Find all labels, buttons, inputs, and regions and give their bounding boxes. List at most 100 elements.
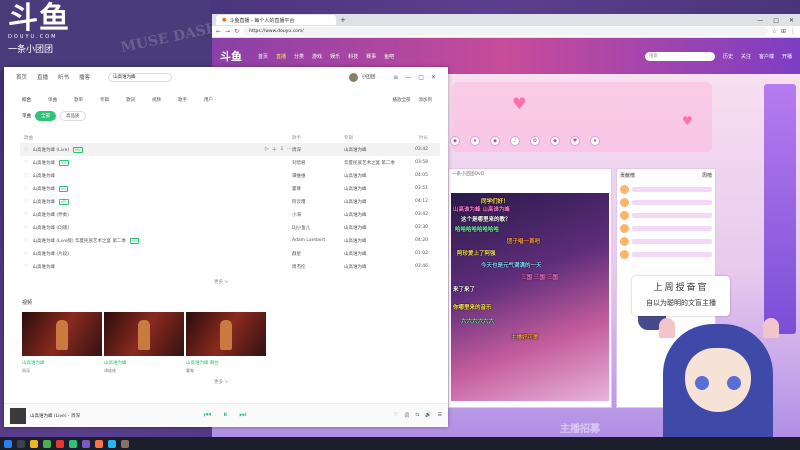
song-artist[interactable]: 霍尊 (292, 186, 344, 192)
song-artist[interactable]: 群星 (292, 251, 344, 257)
nav-fishbar[interactable]: 鱼吧 (384, 53, 394, 60)
lyrics-icon[interactable]: 词 (404, 412, 409, 419)
song-artist[interactable]: 刘惜君 (292, 160, 344, 166)
activity-icon[interactable]: ◆ (450, 136, 460, 146)
song-album[interactable]: 山高谁为峰 (344, 186, 398, 192)
cat-tab-users[interactable]: 用户 (204, 97, 213, 103)
rank-row[interactable] (620, 248, 712, 261)
music-app-icon[interactable] (69, 439, 77, 448)
video-caption[interactable]: 山高谁为峰 (22, 360, 102, 366)
song-title[interactable]: 山高谁为峰 (片段) (32, 251, 68, 257)
table-row[interactable]: ♡ 山高谁为峰 (伴奏) 小海 山高谁为峰 03:42 (20, 208, 440, 221)
activity-icon[interactable]: ♥ (570, 136, 580, 146)
rank-tab-week[interactable]: 周榜 (702, 172, 712, 179)
song-artist[interactable]: Adam Lambert (292, 238, 344, 243)
app-icon[interactable] (56, 439, 64, 448)
music-search-input[interactable]: 山高谁为峰 (108, 72, 173, 82)
maximize-button[interactable]: □ (418, 74, 424, 81)
video-card[interactable]: 山高谁为峰 周深 (22, 312, 102, 374)
music-tab-books[interactable]: 听书 (58, 73, 69, 81)
rank-row[interactable] (620, 209, 712, 222)
cat-tab-all[interactable]: 综合 (22, 97, 31, 103)
activity-icon[interactable]: ★ (590, 136, 600, 146)
cat-tab-artists[interactable]: 歌手 (178, 97, 187, 103)
heart-icon[interactable]: ♡ (24, 160, 28, 166)
more-videos-link[interactable]: 更多 > (214, 379, 228, 385)
maximize-button[interactable]: □ (773, 17, 779, 24)
douyu-logo[interactable]: 斗鱼 (220, 48, 250, 64)
heart-icon[interactable]: ♡ (24, 238, 28, 244)
menu-icon[interactable]: ⋮ (790, 28, 796, 35)
nav-entertainment[interactable]: 娱乐 (330, 53, 340, 60)
table-row[interactable]: ♡ 山高谁为峰 VIP 刘惜君 华夏民族艺术之宴 第二季 03:58 (20, 156, 440, 169)
nav-tech[interactable]: 科技 (348, 53, 358, 60)
star-icon[interactable]: ☆ (772, 28, 777, 35)
volume-icon[interactable]: 🔊 (425, 412, 431, 419)
start-icon[interactable] (4, 439, 12, 448)
nav-game[interactable]: 游戏 (312, 53, 322, 60)
more-songs-link[interactable]: 更多 > (214, 279, 228, 285)
activity-icon[interactable]: ★ (470, 136, 480, 146)
music-tab-home[interactable]: 首页 (16, 73, 27, 81)
rank-row[interactable] (620, 235, 712, 248)
song-title[interactable]: 山高谁为峰 (32, 173, 55, 179)
history-button[interactable]: 历史 (723, 53, 733, 60)
pause-icon[interactable]: ⏸ (223, 410, 227, 420)
song-album[interactable]: 山高谁为峰 (344, 173, 398, 179)
playlist-icon[interactable]: ☰ (438, 412, 442, 419)
follow-button[interactable]: 关注 (741, 53, 751, 60)
add-to-button[interactable]: 添加到 (419, 97, 433, 103)
heart-icon[interactable]: ♡ (24, 186, 28, 192)
cat-tab-videos[interactable]: 视频 (152, 97, 161, 103)
song-artist[interactable]: 小海 (292, 212, 344, 218)
minimize-button[interactable]: — (757, 17, 763, 24)
nav-events[interactable]: 赛事 (366, 53, 376, 60)
download-icon[interactable]: ⇩ (280, 146, 284, 153)
activity-icon[interactable]: ◆ (490, 136, 500, 146)
song-title[interactable]: 山高谁为峰 (32, 199, 55, 205)
table-row[interactable]: ♡ 山高谁为峰 SQ 霍尊 山高谁为峰 03:51 (20, 182, 440, 195)
app-icon[interactable] (108, 439, 116, 448)
song-title[interactable]: 山高谁为峰 (32, 186, 55, 192)
song-artist[interactable]: 周深 (292, 147, 344, 153)
table-row[interactable]: ♡ 山高谁为峰 (Live版) 华夏民族艺术之宴 第二季 MV Adam Lamber… (20, 234, 440, 247)
video-stream[interactable]: 同学们好！ 山高谁为峰 山高谁为峰 这个是哪里来的歌？ 哈哈哈哈哈哈哈哈 团子唱… (451, 193, 609, 401)
back-icon[interactable]: ← (216, 28, 221, 35)
heart-icon[interactable]: ♡ (24, 212, 28, 218)
video-thumbnail[interactable] (22, 312, 102, 356)
song-album[interactable]: 山高谁为峰 (344, 199, 398, 205)
chrome-icon[interactable] (43, 439, 51, 448)
previous-icon[interactable]: ⏮ (204, 410, 211, 420)
play-icon[interactable]: ▷ (265, 146, 269, 153)
menu-icon[interactable]: ≡ (393, 74, 398, 81)
reload-icon[interactable]: ↻ (234, 28, 239, 35)
heart-icon[interactable]: ♡ (24, 199, 28, 205)
music-tab-podcast[interactable]: 播客 (79, 73, 90, 81)
table-row[interactable]: ♡ 山高谁为峰 (片段) 群星 山高谁为峰 01:02 (20, 247, 440, 260)
file-explorer-icon[interactable] (30, 439, 38, 448)
song-title[interactable]: 山高谁为峰 (32, 264, 55, 270)
song-album[interactable]: 山高谁为峰 (344, 238, 398, 244)
app-icon[interactable] (82, 439, 90, 448)
song-artist[interactable]: DJ小鱼儿 (292, 225, 344, 231)
heart-icon[interactable]: ♡ (24, 173, 28, 179)
now-playing-cover[interactable] (10, 407, 26, 424)
rank-row[interactable] (620, 222, 712, 235)
music-user[interactable]: 小团团 (348, 72, 375, 82)
douyu-search-input[interactable]: 搜索 (644, 51, 715, 61)
filter-chip-hq[interactable]: 高品质 (60, 111, 86, 121)
heart-icon[interactable]: ♡ (24, 264, 28, 270)
live-player[interactable]: 一条小团团OvO 同学们好！ 山高谁为峰 山高谁为峰 这个是哪里来的歌？ 哈哈哈… (448, 168, 612, 408)
song-album[interactable]: 山高谁为峰 (344, 225, 398, 231)
filter-chip-all[interactable]: 全部 (35, 111, 56, 121)
song-title[interactable]: 山高谁为峰 (32, 160, 55, 166)
cat-tab-albums[interactable]: 专辑 (100, 97, 109, 103)
browser-tab[interactable]: ● 斗鱼直播 - 每个人的直播平台 (216, 15, 336, 25)
extensions-icon[interactable]: ⊞ (781, 28, 786, 35)
video-thumbnail[interactable] (104, 312, 184, 356)
forward-icon[interactable]: → (225, 28, 230, 35)
video-caption[interactable]: 山高谁为峰 (104, 360, 184, 366)
song-album[interactable]: 华夏民族艺术之宴 第二季 (344, 160, 398, 166)
table-row[interactable]: ♡ 山高谁为峰 谭维维 山高谁为峰 04:05 (20, 169, 440, 182)
rank-row[interactable] (620, 196, 712, 209)
